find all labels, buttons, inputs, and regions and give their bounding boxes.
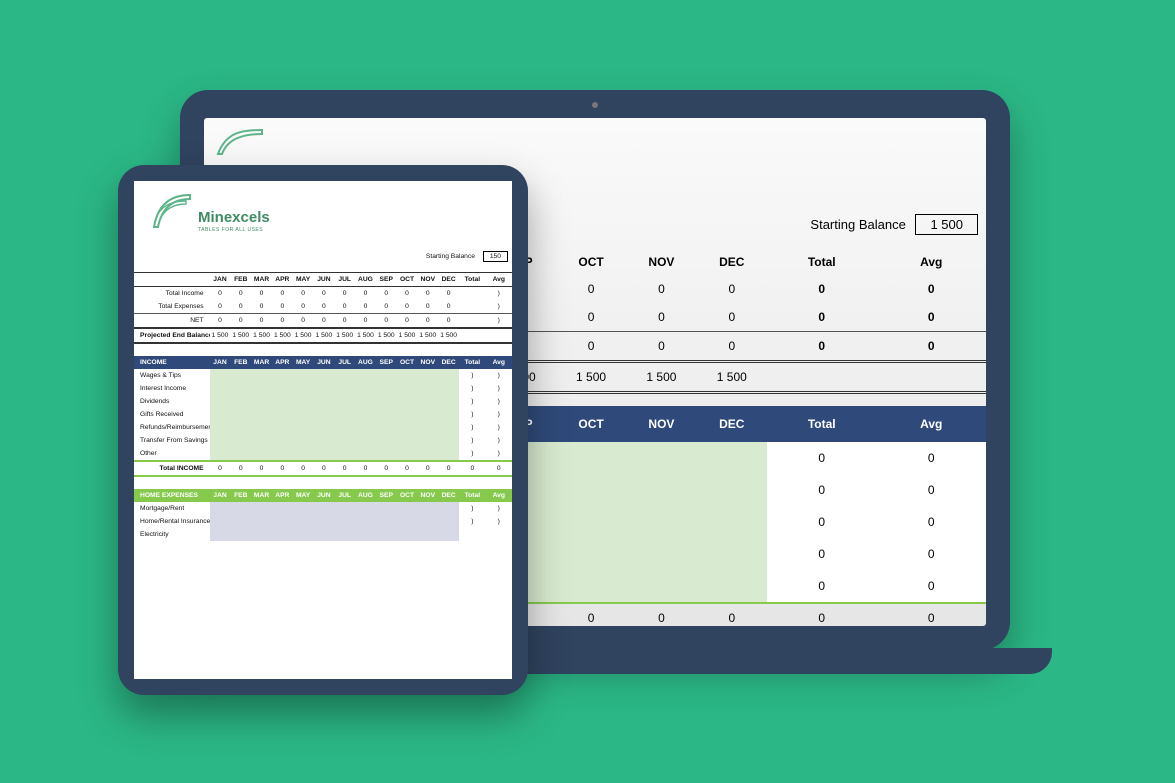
logo-mark-laptop <box>216 126 264 161</box>
home-expenses-header-label: HOME EXPENSES <box>134 489 210 502</box>
month-header-row: JANFEBMARAPRMAYJUNJULAUGSEPOCTNOVDEC Tot… <box>134 273 512 287</box>
income-row[interactable]: Interest Income)) <box>134 382 512 395</box>
home-expense-row[interactable]: Electricity <box>134 528 512 541</box>
label-total-income: Total Income <box>134 287 210 301</box>
income-header-row: INCOME JANFEBMARAPRMAYJUNJULAUGSEPOCTNOV… <box>134 356 512 369</box>
brand-tagline: TABLES FOR ALL USES <box>198 227 270 233</box>
row-total-income: Total Income 000000000000 ) <box>134 287 512 301</box>
income-row[interactable]: Gifts Received)) <box>134 408 512 421</box>
home-expense-row[interactable]: Home/Rental Insurance)) <box>134 515 512 528</box>
logo-mark-icon <box>150 189 192 233</box>
label-proj-end-balance: Projected End Balance <box>134 328 210 343</box>
logo: Minexcels TABLES FOR ALL USES <box>134 181 512 247</box>
tablet-income-table: INCOME JANFEBMARAPRMAYJUNJULAUGSEPOCTNOV… <box>134 356 512 477</box>
income-row[interactable]: Dividends)) <box>134 395 512 408</box>
row-net: NET 000000000000 ) <box>134 314 512 329</box>
income-total-row: Total INCOME 000000000000 00 <box>134 461 512 476</box>
starting-balance-value[interactable]: 150 <box>483 251 508 262</box>
starting-balance-row-tablet: Starting Balance 150 <box>134 247 512 272</box>
label-net: NET <box>134 314 210 329</box>
starting-balance-label: Starting Balance <box>426 253 475 260</box>
income-row[interactable]: Refunds/Reimbursements)) <box>134 421 512 434</box>
col-nov: NOV <box>626 249 696 275</box>
label-total-expenses: Total Expenses <box>134 300 210 314</box>
tablet-frame: Minexcels TABLES FOR ALL USES Starting B… <box>118 165 528 695</box>
row-total-expenses: Total Expenses 000000000000 ) <box>134 300 512 314</box>
starting-balance-value[interactable]: 1 500 <box>915 214 978 235</box>
col-oct: OCT <box>556 249 626 275</box>
income-row[interactable]: Wages & Tips)) <box>134 369 512 382</box>
stage: Starting Balance 1 500 AY JUN JUL AUG S <box>0 0 1175 783</box>
col-total: Total <box>767 249 876 275</box>
col-avg: Avg <box>876 249 986 275</box>
home-expense-row[interactable]: Mortgage/Rent)) <box>134 502 512 515</box>
row-projected-end-balance: Projected End Balance 1 5001 5001 5001 5… <box>134 328 512 343</box>
tablet-home-expenses-table: HOME EXPENSES JANFEBMARAPRMAYJUNJULAUGSE… <box>134 489 512 541</box>
income-row[interactable]: Other)) <box>134 447 512 461</box>
laptop-camera <box>592 102 598 108</box>
income-row[interactable]: Transfer From Savings)) <box>134 434 512 447</box>
tablet-screen: Minexcels TABLES FOR ALL USES Starting B… <box>134 181 512 679</box>
brand-name: Minexcels <box>198 210 270 225</box>
starting-balance-label: Starting Balance <box>810 217 905 232</box>
tablet-summary-table: JANFEBMARAPRMAYJUNJULAUGSEPOCTNOVDEC Tot… <box>134 272 512 344</box>
home-expenses-header-row: HOME EXPENSES JANFEBMARAPRMAYJUNJULAUGSE… <box>134 489 512 502</box>
income-total-label: Total INCOME <box>134 461 210 476</box>
col-dec: DEC <box>697 249 767 275</box>
income-header-label: INCOME <box>134 356 210 369</box>
